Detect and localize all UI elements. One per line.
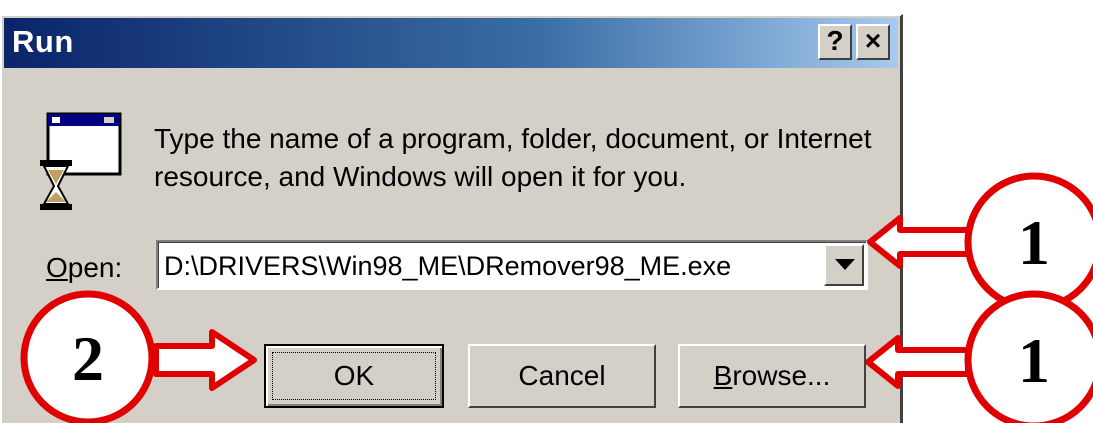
callout-number-bottom-right: 1 — [1018, 325, 1050, 396]
callout-arrow-top-right — [867, 215, 973, 269]
callout-number-top-right: 1 — [1018, 207, 1050, 278]
callout-bottom-right: 1 — [865, 290, 1093, 423]
annotation-overlay: 1 1 2 — [20, 172, 1093, 423]
callout-top-right: 1 — [867, 172, 1093, 312]
callout-arrow-bottom-right — [865, 335, 971, 389]
callout-arrow-bottom-left — [153, 329, 257, 391]
callout-number-bottom-left: 2 — [72, 323, 104, 394]
callout-bottom-left: 2 — [20, 290, 257, 423]
